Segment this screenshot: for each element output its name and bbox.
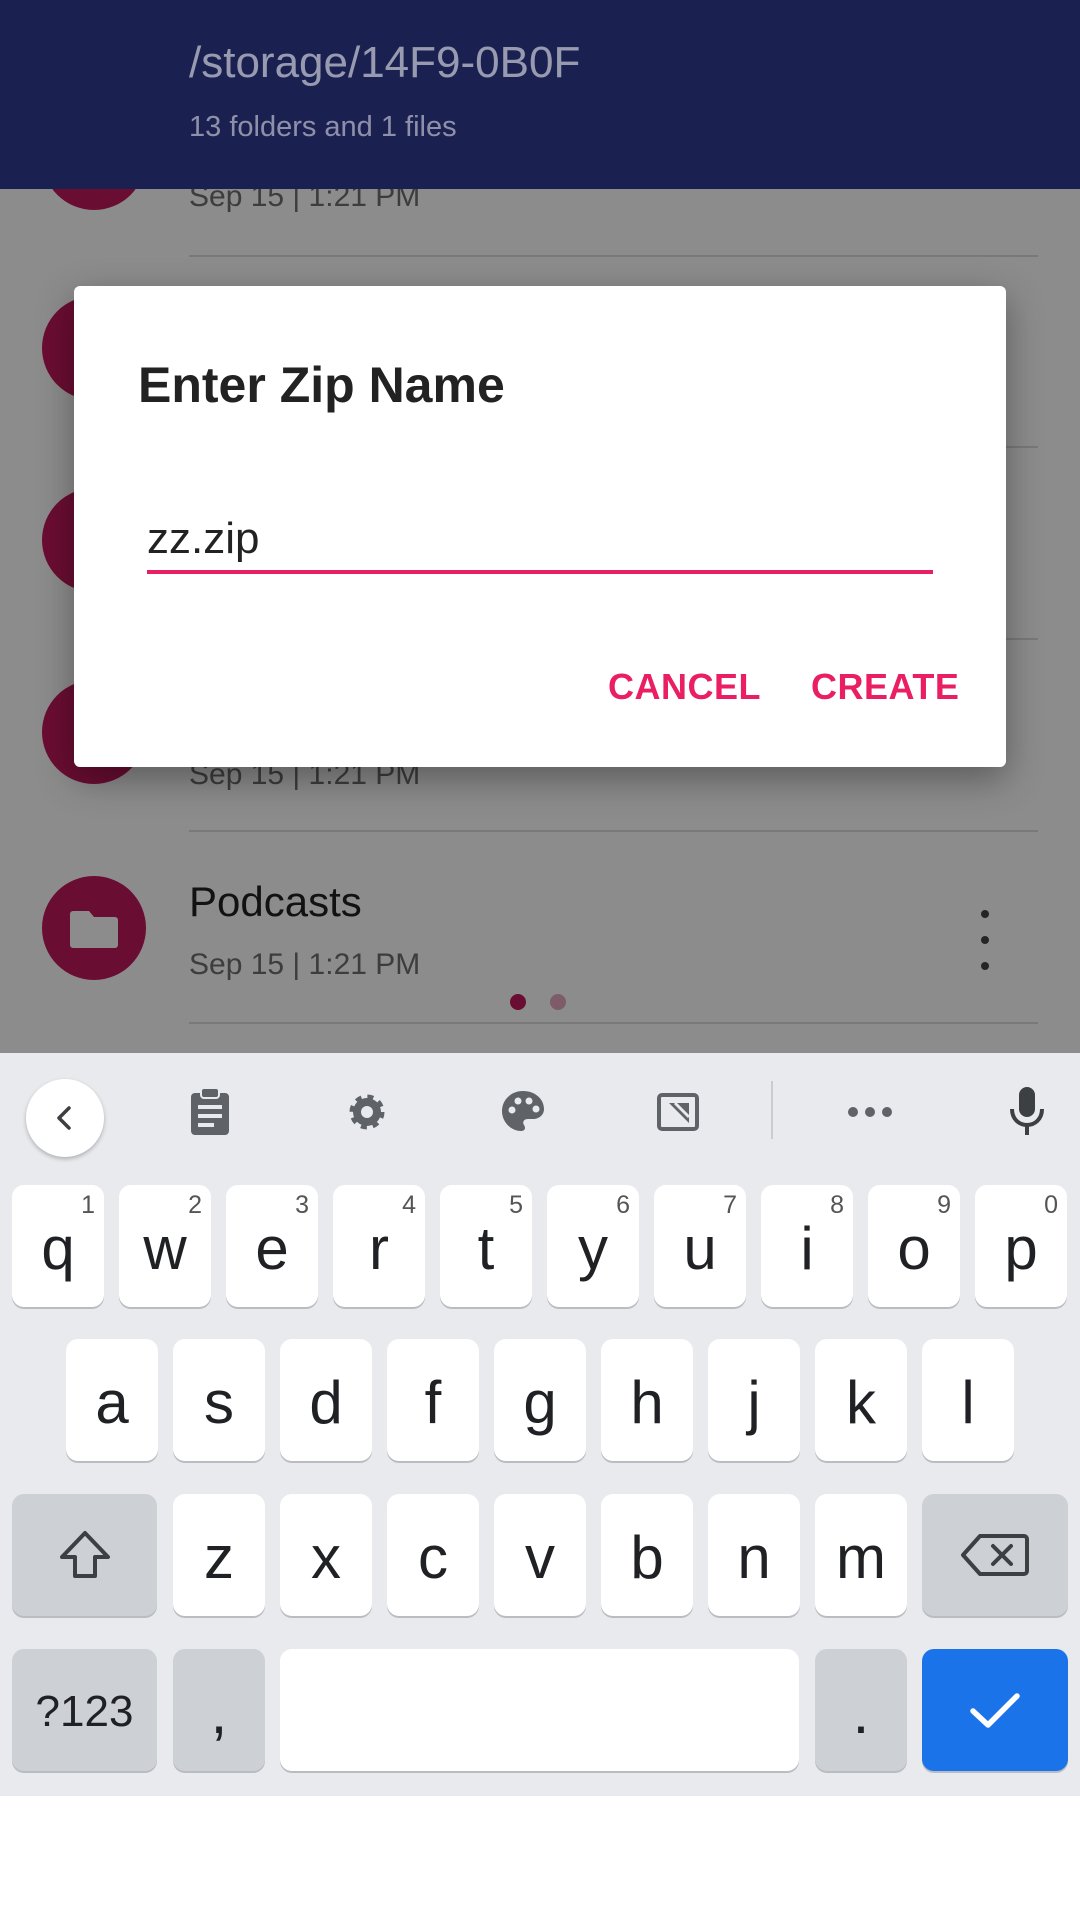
create-button[interactable]: CREATE [811, 666, 959, 708]
key-v[interactable]: v [494, 1494, 586, 1616]
key-l[interactable]: l [922, 1339, 1014, 1461]
key-y[interactable]: y6 [547, 1185, 639, 1307]
key-e[interactable]: e3 [226, 1185, 318, 1307]
key-a[interactable]: a [66, 1339, 158, 1461]
key-h[interactable]: h [601, 1339, 693, 1461]
key-x[interactable]: x [280, 1494, 372, 1616]
key-q[interactable]: q1 [12, 1185, 104, 1307]
app-bar: /storage/14F9-0B0F 13 folders and 1 file… [0, 0, 1080, 189]
keyboard-toolbar [0, 1053, 1080, 1169]
dialog-title: Enter Zip Name [138, 357, 505, 413]
key-i[interactable]: i8 [761, 1185, 853, 1307]
palette-icon[interactable] [488, 1077, 558, 1147]
enter-key[interactable] [922, 1649, 1068, 1771]
key-m[interactable]: m [815, 1494, 907, 1616]
key-k[interactable]: k [815, 1339, 907, 1461]
key-r[interactable]: r4 [333, 1185, 425, 1307]
key-n[interactable]: n [708, 1494, 800, 1616]
mic-icon[interactable] [992, 1077, 1062, 1147]
clipboard-icon[interactable] [175, 1077, 245, 1147]
navigation-area [0, 1796, 1080, 1920]
key-t[interactable]: t5 [440, 1185, 532, 1307]
zip-name-input[interactable] [147, 508, 933, 574]
shift-key[interactable] [12, 1494, 157, 1616]
key-c[interactable]: c [387, 1494, 479, 1616]
resize-icon[interactable] [643, 1077, 713, 1147]
back-icon[interactable] [26, 1079, 104, 1157]
key-b[interactable]: b [601, 1494, 693, 1616]
key-p[interactable]: p0 [975, 1185, 1067, 1307]
cancel-button[interactable]: CANCEL [608, 666, 761, 708]
backspace-key[interactable] [922, 1494, 1068, 1616]
key-o[interactable]: o9 [868, 1185, 960, 1307]
key-f[interactable]: f [387, 1339, 479, 1461]
zip-name-dialog: Enter Zip Name CANCEL CREATE [74, 286, 1006, 767]
backspace-icon [961, 1534, 1029, 1576]
more-icon[interactable] [835, 1077, 905, 1147]
shift-icon [59, 1531, 110, 1578]
soft-keyboard: q1 w2 e3 r4 t5 y6 u7 i8 o9 p0 a s d f g … [0, 1053, 1080, 1798]
check-icon [970, 1693, 1020, 1728]
key-s[interactable]: s [173, 1339, 265, 1461]
key-z[interactable]: z [173, 1494, 265, 1616]
current-path: /storage/14F9-0B0F [189, 38, 581, 87]
key-w[interactable]: w2 [119, 1185, 211, 1307]
settings-icon[interactable] [332, 1077, 402, 1147]
key-j[interactable]: j [708, 1339, 800, 1461]
period-key[interactable]: . [815, 1649, 907, 1771]
space-key[interactable] [280, 1649, 799, 1771]
key-d[interactable]: d [280, 1339, 372, 1461]
symbols-key[interactable]: ?123 [12, 1649, 157, 1771]
folder-summary: 13 folders and 1 files [189, 111, 457, 143]
comma-key[interactable]: , [173, 1649, 265, 1771]
toolbar-divider [771, 1081, 773, 1139]
key-u[interactable]: u7 [654, 1185, 746, 1307]
key-g[interactable]: g [494, 1339, 586, 1461]
